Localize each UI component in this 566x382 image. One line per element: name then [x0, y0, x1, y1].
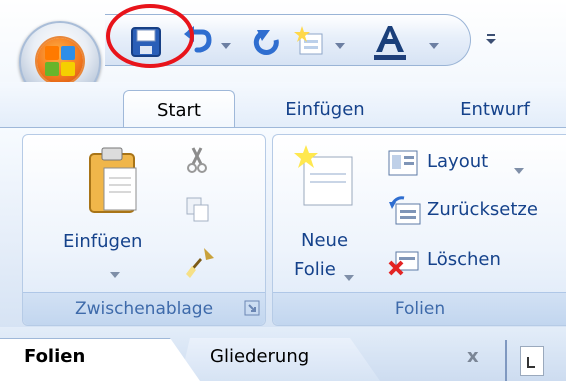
- paste-dropdown-icon[interactable]: [110, 264, 120, 278]
- format-painter-icon[interactable]: [184, 244, 218, 278]
- ruler-corner-icon: [520, 346, 544, 376]
- reset-button-label[interactable]: Zurücksetze: [427, 199, 538, 220]
- reset-icon[interactable]: [388, 196, 422, 226]
- undo-dropdown-icon[interactable]: [220, 36, 232, 49]
- paste-icon[interactable]: [84, 144, 140, 216]
- delete-icon[interactable]: [388, 248, 420, 276]
- tab-entwurf[interactable]: Entwurf: [440, 90, 550, 128]
- pane-divider: [505, 340, 507, 381]
- cut-icon[interactable]: [185, 144, 209, 174]
- new-slide-icon[interactable]: [292, 24, 328, 58]
- undo-icon[interactable]: [180, 24, 214, 58]
- pane-close-button[interactable]: x: [467, 346, 479, 367]
- new-slide-label-line1[interactable]: Neue: [301, 230, 348, 251]
- layout-icon[interactable]: [388, 150, 418, 176]
- clipboard-group-label: Zwischenablage: [23, 292, 265, 325]
- save-icon[interactable]: [130, 26, 162, 58]
- redo-icon[interactable]: [252, 26, 282, 56]
- new-slide-dropdown-icon[interactable]: [334, 36, 346, 49]
- dialog-launcher-icon[interactable]: [244, 300, 260, 316]
- paste-button-label[interactable]: Einfügen: [63, 231, 142, 252]
- new-slide-large-icon[interactable]: [290, 143, 358, 211]
- tab-einfuegen[interactable]: Einfügen: [270, 90, 380, 128]
- font-color-dropdown-icon[interactable]: [428, 36, 440, 49]
- office-logo-icon: [37, 38, 83, 84]
- copy-icon[interactable]: [185, 196, 211, 224]
- tab-slides-label[interactable]: Folien: [24, 346, 85, 367]
- clipboard-group: Zwischenablage: [22, 134, 266, 326]
- tab-outline-label[interactable]: Gliederung: [210, 346, 309, 367]
- tab-start[interactable]: Start: [123, 90, 235, 129]
- new-slide-dropdown-arrow-icon[interactable]: [344, 267, 354, 281]
- new-slide-label-line2[interactable]: Folie: [294, 259, 336, 280]
- layout-dropdown-icon[interactable]: [514, 160, 524, 174]
- font-color-icon[interactable]: [370, 22, 410, 62]
- slides-group-label: Folien: [273, 292, 566, 325]
- delete-button-label[interactable]: Löschen: [427, 249, 501, 270]
- customize-toolbar-icon[interactable]: [484, 30, 498, 46]
- layout-button-label[interactable]: Layout: [427, 151, 488, 172]
